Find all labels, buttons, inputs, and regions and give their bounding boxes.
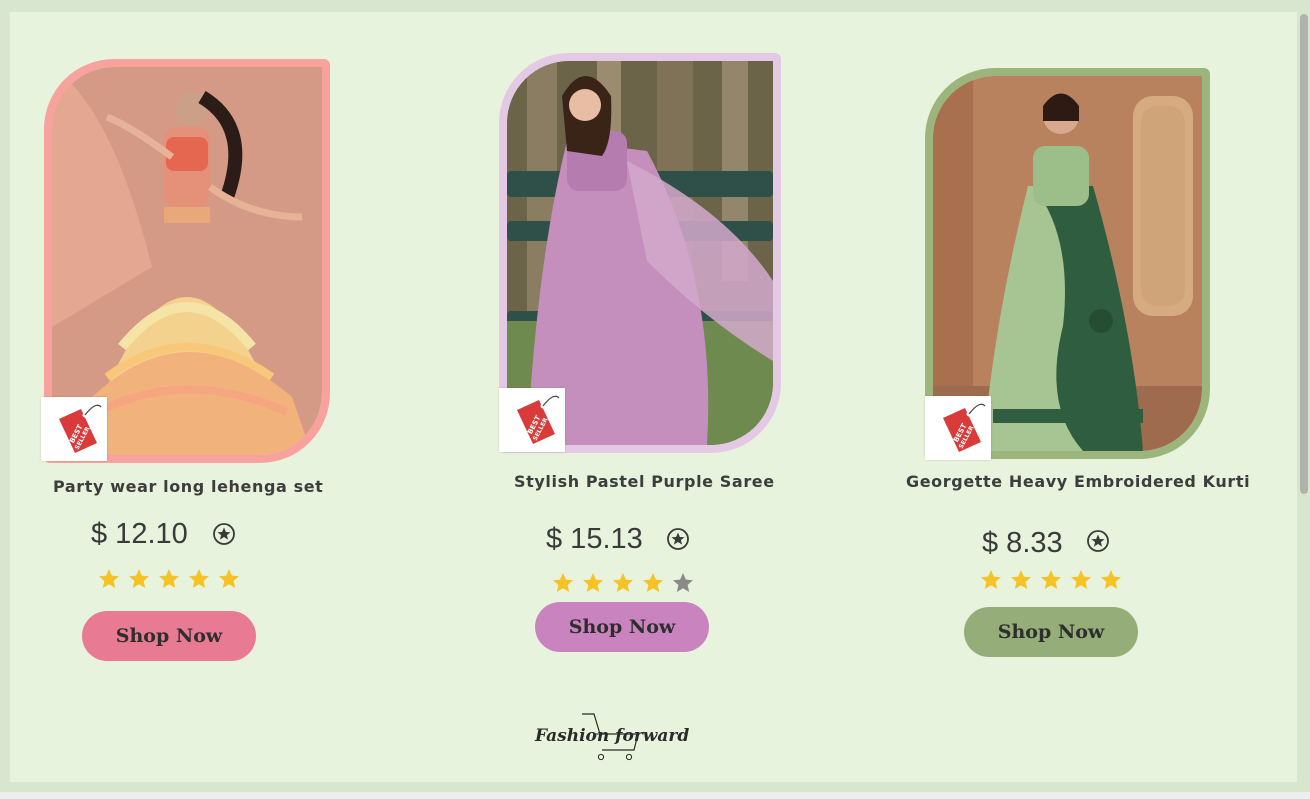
star-filled-icon	[129, 569, 149, 588]
award-star-icon	[213, 523, 235, 545]
brand-logo[interactable]: Fashion forward	[530, 710, 710, 766]
best-seller-tag-icon: BEST SELLER	[925, 396, 991, 460]
star-filled-icon	[189, 569, 209, 588]
star-filled-icon	[583, 573, 603, 592]
award-star-icon	[1087, 530, 1109, 552]
product-price: $ 15.13	[546, 523, 643, 555]
product-price: $ 8.33	[982, 527, 1063, 559]
shop-now-button[interactable]: Shop Now	[82, 611, 256, 661]
star-filled-icon	[643, 573, 663, 592]
product-title: Georgette Heavy Embroidered Kurti	[906, 472, 1251, 491]
star-filled-icon	[553, 573, 573, 592]
shop-now-button[interactable]: Shop Now	[535, 602, 709, 652]
product-image[interactable]	[933, 76, 1202, 451]
shop-now-button[interactable]: Shop Now	[964, 607, 1138, 657]
star-filled-icon	[981, 570, 1001, 589]
star-filled-icon	[219, 569, 239, 588]
star-filled-icon	[1041, 570, 1061, 589]
star-filled-icon	[1071, 570, 1091, 589]
star-rating	[979, 568, 1123, 592]
best-seller-tag-icon: BEST SELLER	[499, 388, 565, 452]
star-filled-icon	[1011, 570, 1031, 589]
brand-logo-text: Fashion forward	[535, 726, 690, 746]
star-rating	[551, 571, 695, 595]
star-filled-icon	[99, 569, 119, 588]
award-star-icon	[667, 528, 689, 550]
product-price: $ 12.10	[91, 518, 188, 550]
window-bottom-strip	[0, 792, 1310, 799]
vertical-scrollbar[interactable]	[1300, 14, 1308, 494]
star-filled-icon	[159, 569, 179, 588]
best-seller-tag-icon: BEST SELLER	[41, 397, 107, 461]
product-title: Stylish Pastel Purple Saree	[514, 472, 775, 491]
star-empty-icon	[673, 573, 693, 592]
product-title: Party wear long lehenga set	[53, 477, 324, 496]
star-filled-icon	[1101, 570, 1121, 589]
star-rating	[97, 567, 241, 591]
star-filled-icon	[613, 573, 633, 592]
